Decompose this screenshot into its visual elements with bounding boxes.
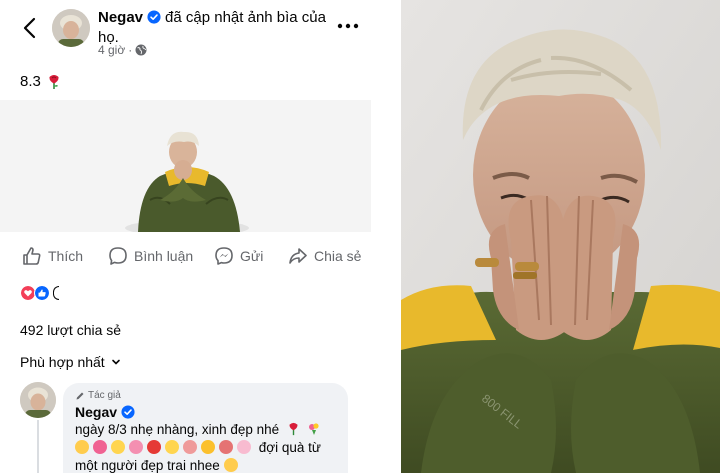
cover-photo[interactable]: [0, 100, 371, 232]
post-action-bar: Thích Bình luận Gửi Chia sẻ: [0, 242, 371, 270]
comment-line-2: đợi quà từ: [258, 440, 321, 455]
comment-label: Bình luận: [134, 248, 194, 264]
more-options-icon[interactable]: [336, 18, 360, 34]
share-arrow-icon: [289, 248, 307, 264]
post-time[interactable]: 4 giờ: [98, 43, 125, 57]
author-badge: Tác giả: [75, 390, 336, 401]
comment-sort-label: Phù hợp nhất: [20, 354, 105, 370]
post-body: 8.3: [20, 73, 61, 90]
comment-sort-dropdown[interactable]: Phù hợp nhất: [20, 354, 121, 370]
author-name[interactable]: Negav: [98, 9, 143, 26]
thumbs-up-icon: [23, 247, 41, 265]
blossom-emoji-icon: [129, 440, 143, 454]
bouquet-emoji-icon: [308, 423, 319, 435]
like-button[interactable]: Thích: [22, 242, 83, 270]
send-button[interactable]: Gửi: [214, 242, 263, 270]
share-button[interactable]: Chia sẻ: [288, 242, 361, 270]
comment-thread-line: [37, 420, 39, 473]
rose-emoji-icon: [49, 74, 59, 89]
commenter-avatar[interactable]: [20, 382, 56, 418]
smirk-emoji-icon: [223, 458, 238, 472]
post-header: Negav đã cập nhật ảnh bìa của họ.: [98, 8, 338, 48]
back-arrow-icon[interactable]: [18, 14, 42, 42]
comment-bubble: Tác giả Negav ngày 8/3 nhẹ nhàng, xinh đ…: [63, 383, 348, 473]
globe-icon: [135, 44, 147, 56]
image-divider: [371, 0, 401, 473]
like-reaction-icon: [34, 285, 50, 301]
post-meta: 4 giờ ·: [98, 43, 147, 57]
facebook-post-panel: Negav đã cập nhật ảnh bìa của họ. 4 giờ ·…: [0, 0, 371, 473]
author-badge-label: Tác giả: [88, 390, 121, 401]
post-body-text: 8.3: [20, 73, 41, 90]
tulip-emoji-icon: [219, 440, 233, 454]
gift-emoji-icon: [183, 440, 197, 454]
comment-author[interactable]: Negav: [75, 404, 336, 420]
comment-bubble-icon: [109, 247, 127, 265]
bouquet-emoji-icon: [93, 440, 107, 454]
share-count[interactable]: 492 lượt chia sẻ: [20, 322, 121, 338]
sunflower-emoji-icon: [165, 440, 179, 454]
chevron-down-icon: [111, 359, 120, 365]
comment-author-name: Negav: [75, 404, 118, 420]
pencil-icon: [76, 392, 84, 399]
send-label: Gửi: [240, 248, 264, 264]
reaction-count-partial: [53, 286, 59, 300]
blossom-emoji-icon: [237, 440, 251, 454]
verified-badge-icon: [147, 10, 161, 24]
comment-button[interactable]: Bình luận: [108, 242, 193, 270]
hand-emoji-icon: [75, 440, 89, 454]
portrait-photo: 800 FILL: [401, 0, 720, 473]
comment-line-3: một người đẹp trai nhee: [75, 458, 220, 473]
messenger-icon: [215, 247, 233, 265]
rose-emoji-icon: [289, 422, 298, 436]
sunflower-emoji-icon: [201, 440, 215, 454]
sunflower-emoji-icon: [111, 440, 125, 454]
like-label: Thích: [48, 248, 84, 264]
share-label: Chia sẻ: [314, 248, 362, 264]
author-avatar[interactable]: [52, 9, 90, 47]
comment-line-1: ngày 8/3 nhẹ nhàng, xinh đẹp nhé: [75, 422, 280, 437]
reaction-summary[interactable]: [20, 285, 59, 301]
verified-badge-icon: [121, 405, 135, 419]
hibiscus-emoji-icon: [147, 440, 161, 454]
comment-text: ngày 8/3 nhẹ nhàng, xinh đẹp nhé đợi quà…: [75, 421, 336, 473]
